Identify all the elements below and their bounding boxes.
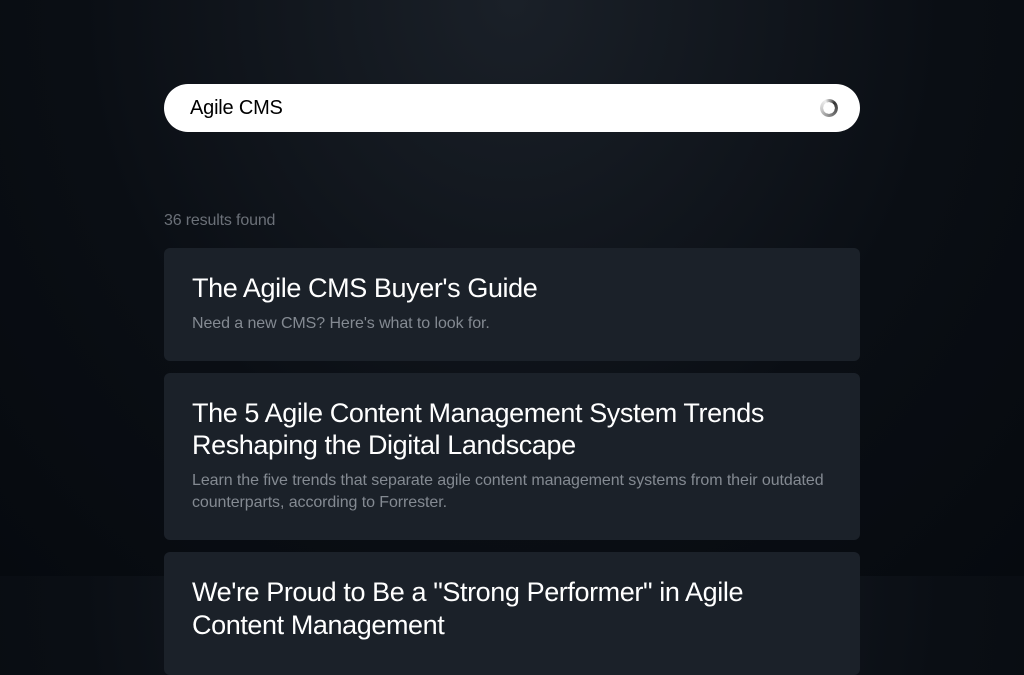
loading-spinner-icon [820,99,838,117]
result-description: Need a new CMS? Here's what to look for. [192,313,832,335]
results-count: 36 results found [164,212,860,230]
search-page: 36 results found The Agile CMS Buyer's G… [0,0,1024,675]
search-input[interactable] [190,97,820,120]
result-description: Learn the five trends that separate agil… [192,470,832,513]
result-card[interactable]: We're Proud to Be a "Strong Performer" i… [164,552,860,675]
result-card[interactable]: The 5 Agile Content Management System Tr… [164,373,860,540]
result-title: The 5 Agile Content Management System Tr… [192,397,832,463]
search-bar[interactable] [164,84,860,132]
result-title: The Agile CMS Buyer's Guide [192,272,832,305]
result-title: We're Proud to Be a "Strong Performer" i… [192,576,832,642]
result-card[interactable]: The Agile CMS Buyer's Guide Need a new C… [164,248,860,361]
